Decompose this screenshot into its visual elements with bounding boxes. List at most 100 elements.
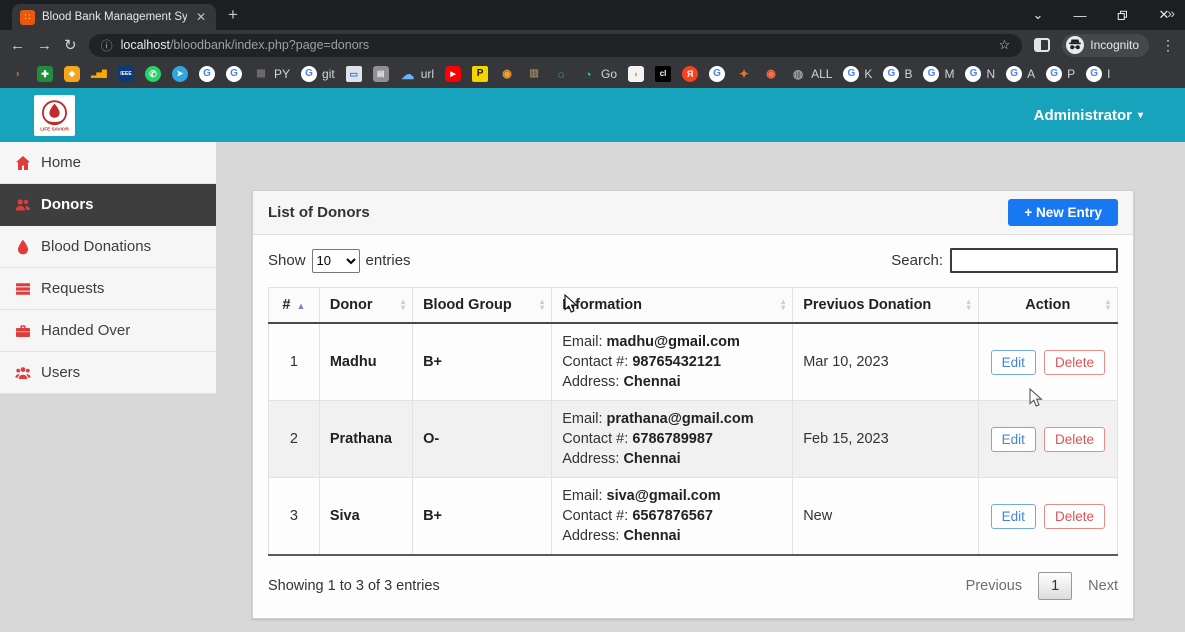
bookmark-sheets[interactable]: ✚ [37,66,53,82]
minimize-icon[interactable]: — [1059,0,1101,30]
reload-icon[interactable]: ↻ [64,38,77,53]
column-header-action[interactable]: Action▴▾ [978,288,1117,324]
bookmark-analytics[interactable]: ▂▅█ [91,66,107,82]
bookmark-bird[interactable]: ◗ [628,66,644,82]
page-number-button[interactable]: 1 [1038,572,1072,600]
browser-tab[interactable]: ∷ Blood Bank Management System ✕ [12,4,216,30]
bookmark-google-p[interactable]: G P [1046,66,1075,82]
edit-button[interactable]: Edit [991,427,1036,452]
edit-button[interactable]: Edit [991,504,1036,529]
bookmark-google-m[interactable]: G M [923,66,954,82]
new-entry-button[interactable]: + New Entry [1008,199,1118,226]
edit-button[interactable]: Edit [991,350,1036,375]
bookmark-film-camera[interactable]: ◉ [499,66,515,82]
delete-button[interactable]: Delete [1044,350,1105,375]
delete-button[interactable]: Delete [1044,504,1105,529]
bookmark-favicon-icon: ✚ [37,66,53,82]
bookmark-google-2[interactable]: G [226,66,242,82]
donor-name: Madhu [319,323,412,401]
bookmark-label: N [986,67,995,81]
delete-button[interactable]: Delete [1044,427,1105,452]
bookmark-youtube[interactable]: ▶ [445,66,461,82]
close-window-icon[interactable]: ✕ [1143,0,1185,30]
user-menu-administrator[interactable]: Administrator ▾ [1034,88,1143,142]
bookmarks-overflow-icon[interactable]: » [1167,5,1175,21]
bookmark-matlab[interactable]: ✦ [736,66,752,82]
restore-icon[interactable] [1101,0,1143,30]
bookmark-p-badge[interactable]: P [472,66,488,82]
browser-toolbar: ← → ↻ ⓘ localhost/bloodbank/index.php?pa… [0,30,1185,60]
address-bar[interactable]: ⓘ localhost/bloodbank/index.php?page=don… [89,34,1023,57]
bookmark-star-icon[interactable]: ☆ [999,37,1011,53]
bookmark-label: git [322,67,335,81]
sidebar-item-home[interactable]: Home [0,142,216,184]
contact-line: Contact #: 6786789987 [562,429,782,449]
column-header-donor[interactable]: Donor▴▾ [319,288,412,324]
email-line: Email: prathana@gmail.com [562,409,782,429]
search-input[interactable] [950,248,1118,273]
address-line: Address: Chennai [562,372,782,392]
bookmark-archive[interactable]: ▤ [373,66,389,82]
sidebar-item-label: Home [41,154,81,171]
bookmark-cloud-url[interactable]: ☁ url [400,66,434,82]
bookmark-whatsapp[interactable]: ✆ [145,66,161,82]
column-header-previous-donation[interactable]: Previuos Donation▴▾ [793,288,978,324]
sidebar-item-blood-donations[interactable]: Blood Donations [0,226,216,268]
bookmark-favicon-icon: ◉ [763,66,779,82]
sidebar-item-label: Blood Donations [41,238,151,255]
incognito-icon [1066,36,1084,54]
side-panel-icon[interactable] [1034,38,1050,52]
search-control: Search: [891,248,1118,273]
chevron-down-icon: ▾ [1138,110,1143,121]
next-page-button[interactable]: Next [1088,578,1118,594]
sidebar-item-label: Users [41,364,80,381]
column-header-blood-group[interactable]: Blood Group▴▾ [413,288,552,324]
bookmark-yandex[interactable]: Я [682,66,698,82]
bookmark-google-n[interactable]: G N [965,66,995,82]
column-header-number[interactable]: #▲ [269,288,320,324]
page-length-select[interactable]: 10 [312,249,360,273]
bookmark-python[interactable]: ▦ PY [253,66,290,82]
tab-search-chevron-icon[interactable]: ⌄ [1017,0,1059,30]
bookmark-google-a[interactable]: G A [1006,66,1035,82]
sidebar: Home Donors Blood Donations Requests Han… [0,142,216,394]
donor-information: Email: prathana@gmail.com Contact #: 678… [552,401,793,478]
bookmark-ring-green[interactable]: ○ [553,66,569,82]
bookmark-xampp-dim[interactable]: ◗ [10,66,26,82]
bookmark-google-i[interactable]: G I [1086,66,1110,82]
bookmark-google-k[interactable]: G K [843,66,872,82]
bookmark-telegram[interactable]: ➤ [172,66,188,82]
bookmark-google-3[interactable]: G [709,66,725,82]
bookmark-globe-all[interactable]: ◍ ALL [790,66,832,82]
bookmark-go-ring[interactable]: ◔ Go [580,66,617,82]
bookmark-favicon-icon: ◗ [628,66,644,82]
bookmark-eye[interactable]: ◉ [763,66,779,82]
bookmark-cart-dim[interactable]: ▥ [526,66,542,82]
blood-drop-logo-icon: LIFE SAVIOR [36,97,73,134]
forward-icon[interactable]: → [37,38,52,53]
app-logo[interactable]: LIFE SAVIOR [34,95,75,136]
donor-name: Prathana [319,401,412,478]
previous-page-button[interactable]: Previous [966,578,1022,594]
pagination: Previous 1 Next [966,572,1118,600]
bookmark-camera[interactable]: ◆ [64,66,80,82]
bookmark-cl-badge[interactable]: cl [655,66,671,82]
site-info-icon[interactable]: ⓘ [101,37,113,54]
bookmark-screen[interactable]: ▭ [346,66,362,82]
search-label: Search: [891,252,943,269]
tab-close-icon[interactable]: ✕ [194,10,208,24]
sidebar-item-donors[interactable]: Donors [0,184,216,226]
new-tab-button[interactable]: + [228,5,238,25]
bookmark-google-1[interactable]: G [199,66,215,82]
column-header-information[interactable]: Information▴▾ [552,288,793,324]
bookmark-favicon-icon: G [199,66,215,82]
url-path: /bloodbank/index.php?page=donors [170,38,369,52]
sidebar-item-users[interactable]: Users [0,352,216,394]
sidebar-item-handed-over[interactable]: Handed Over [0,310,216,352]
bookmark-ieee[interactable]: IEEE [118,66,134,82]
browser-menu-icon[interactable]: ⋮ [1161,37,1175,54]
sidebar-item-requests[interactable]: Requests [0,268,216,310]
bookmark-google-b[interactable]: G B [883,66,912,82]
bookmark-git[interactable]: G git [301,66,335,82]
back-icon[interactable]: ← [10,38,25,53]
